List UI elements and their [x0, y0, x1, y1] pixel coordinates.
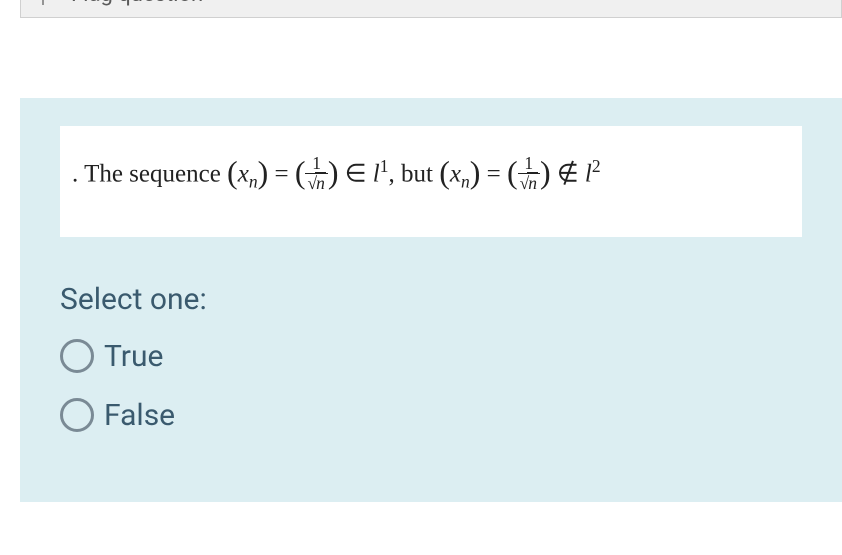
flag-question-bar[interactable]: Flag question: [20, 0, 842, 18]
question-box: . The sequence (xn) = (1n) ∈ l1, but (xn…: [20, 98, 842, 502]
radio-icon: [60, 398, 94, 432]
radio-icon: [60, 339, 94, 373]
option-true-label: True: [104, 339, 163, 374]
question-text-prefix: The sequence: [84, 160, 227, 187]
option-true[interactable]: True: [60, 339, 802, 374]
select-one-label: Select one:: [60, 282, 802, 317]
flag-icon: [41, 0, 59, 12]
option-false-label: False: [104, 398, 175, 433]
option-false[interactable]: False: [60, 398, 802, 433]
flag-question-label: Flag question: [71, 0, 203, 7]
question-math: . The sequence (xn) = (1n) ∈ l1, but (xn…: [60, 126, 802, 237]
